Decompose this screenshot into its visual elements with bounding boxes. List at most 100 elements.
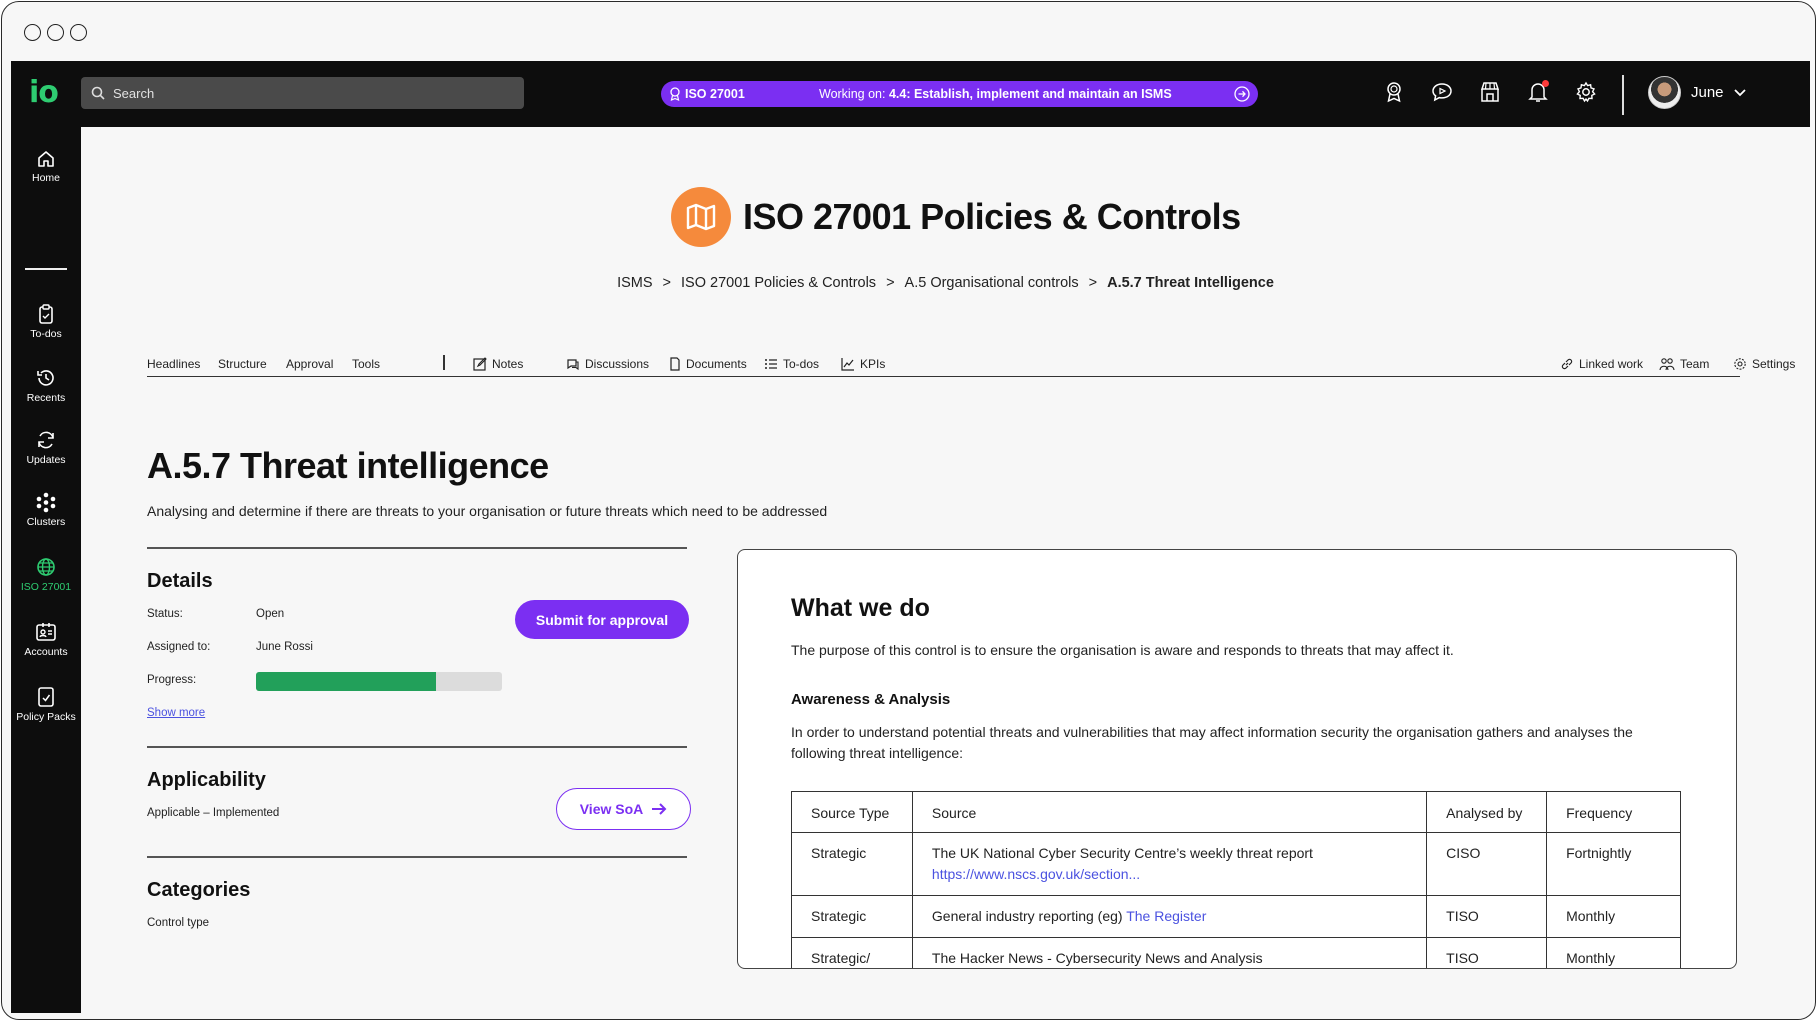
view-soa-label: View SoA (579, 801, 644, 817)
assigned-value: June Rossi (256, 641, 313, 653)
tab-headlines[interactable]: Headlines (147, 357, 200, 371)
sidebar-item-home[interactable]: Home (11, 149, 81, 184)
tab-team[interactable]: Team (1659, 357, 1709, 371)
top-icons (1381, 79, 1599, 105)
chevron-down-icon (1733, 88, 1746, 96)
window-close-button[interactable] (24, 24, 41, 41)
tab-structure[interactable]: Structure (218, 357, 267, 371)
sidebar-item-clusters[interactable]: Clusters (11, 491, 81, 528)
gear-icon (1734, 358, 1746, 370)
breadcrumb-item[interactable]: ISMS (617, 275, 652, 291)
user-menu[interactable]: June (1648, 76, 1746, 109)
table-row: Strategic General industry reporting (eg… (791, 895, 1681, 938)
working-prefix: Working on: (819, 87, 886, 101)
globe-icon (37, 558, 55, 576)
team-icon (1659, 358, 1675, 371)
source-text: The UK National Cyber Security Centre’s … (931, 845, 1313, 861)
chat-icon[interactable] (1429, 79, 1455, 105)
status-label: Status: (147, 608, 183, 620)
tab-notes[interactable]: Notes (473, 357, 523, 371)
sidebar-item-label: To-dos (30, 328, 62, 340)
working-on-banner[interactable]: ISO 27001 Working on: 4.4: Establish, im… (661, 81, 1258, 107)
search-input[interactable]: Search (81, 77, 524, 109)
tab-label: Discussions (585, 357, 650, 371)
window-minimize-button[interactable] (47, 24, 64, 41)
submit-for-approval-button[interactable]: Submit for approval (515, 600, 689, 639)
source-cell: The Hacker News - Cybersecurity News and… (911, 937, 1428, 968)
view-soa-button[interactable]: View SoA (556, 788, 691, 830)
topbar-divider (1622, 75, 1624, 115)
window-maximize-button[interactable] (70, 24, 87, 41)
what-we-do-intro: The purpose of this control is to ensure… (791, 642, 1454, 658)
show-more-link[interactable]: Show more (147, 707, 205, 719)
id-card-icon (36, 623, 56, 641)
column-header: Source (911, 791, 1428, 833)
bell-icon[interactable] (1525, 79, 1551, 105)
tab-kpis[interactable]: KPIs (841, 357, 885, 371)
tab-label: Team (1680, 357, 1710, 371)
edit-icon (473, 357, 487, 371)
source-link[interactable]: https://www.nscs.gov.uk/section... (932, 866, 1140, 882)
sidebar-item-label: Policy Packs (16, 711, 76, 723)
sidebar-item-recents[interactable]: Recents (11, 367, 81, 404)
gear-icon[interactable] (1573, 79, 1599, 105)
breadcrumb-item[interactable]: A.5 Organisational controls (905, 275, 1079, 291)
store-icon[interactable] (1477, 79, 1503, 105)
user-name: June (1691, 84, 1724, 101)
table-row: Strategic The UK National Cyber Security… (791, 832, 1681, 896)
tab-label: Approval (286, 357, 334, 371)
tab-documents[interactable]: Documents (669, 357, 747, 371)
source-link[interactable]: The Register (1126, 908, 1206, 924)
sidebar-item-label: Home (31, 172, 60, 184)
sidebar-item-accounts[interactable]: Accounts (11, 621, 81, 658)
categories-heading: Categories (147, 879, 251, 901)
top-bar: io Search ISO 27001 Working on: 4.4: Est… (11, 61, 1810, 127)
sidebar-item-updates[interactable]: Updates (11, 429, 81, 466)
tab-settings[interactable]: Settings (1733, 357, 1795, 371)
tab-discussions[interactable]: Discussions (566, 357, 649, 371)
app: io Search ISO 27001 Working on: 4.4: Est… (11, 61, 1810, 1013)
tab-linked-work[interactable]: Linked work (1560, 357, 1643, 371)
breadcrumb-separator: > (886, 275, 895, 291)
sidebar-item-label: Updates (26, 454, 66, 466)
link-icon (1561, 358, 1573, 370)
tab-todos[interactable]: To-dos (764, 357, 819, 371)
page-title: ISO 27001 Policies & Controls (743, 196, 1241, 237)
sidebar-item-todos[interactable]: To-dos (11, 303, 81, 340)
source-text: General industry reporting (eg) (931, 908, 1123, 924)
applicability-value: Applicable – Implemented (147, 807, 280, 819)
tab-label: Documents (686, 357, 747, 371)
applicability-heading: Applicability (147, 769, 266, 791)
sidebar: Home To-dos Recents Updates Clusters ISO… (11, 127, 81, 1013)
search-placeholder: Search (113, 85, 155, 101)
tab-divider (443, 355, 445, 370)
tab-tools[interactable]: Tools (352, 357, 380, 371)
column-header: Analysed by (1426, 791, 1548, 833)
awareness-heading: Awareness & Analysis (791, 691, 951, 708)
standard-badge: ISO 27001 (669, 87, 819, 101)
divider (147, 856, 687, 858)
tab-label: Linked work (1579, 357, 1644, 371)
io-logo[interactable]: io (29, 75, 59, 110)
chat-bubbles-icon (567, 359, 579, 371)
source-cell: General industry reporting (eg) The Regi… (911, 895, 1428, 938)
tab-approval[interactable]: Approval (286, 357, 333, 371)
main-content: ISO 27001 Policies & Controls ISMS > ISO 2… (81, 127, 1810, 1013)
breadcrumb-item[interactable]: ISO 27001 Policies & Controls (681, 275, 876, 291)
progress-bar (256, 672, 502, 691)
tab-label: Notes (492, 357, 524, 371)
home-icon (38, 151, 54, 167)
awareness-body: In order to understand potential threats… (791, 724, 1633, 761)
window-controls (24, 24, 87, 41)
award-icon[interactable] (1381, 79, 1407, 105)
frequency-cell: Monthly (1546, 937, 1681, 968)
analysed-by-cell: TISO (1426, 937, 1548, 968)
sidebar-item-policy-packs[interactable]: Policy Packs (11, 686, 81, 723)
arrow-circle-icon[interactable] (1234, 86, 1250, 102)
table-header-row: Source Type Source Analysed by Frequency (791, 791, 1681, 833)
avatar (1648, 76, 1681, 109)
notification-dot (1542, 80, 1549, 87)
document-check-icon (38, 687, 54, 707)
analysed-by-cell: TISO (1426, 895, 1548, 938)
sidebar-item-iso27001[interactable]: ISO 27001 (11, 556, 81, 593)
